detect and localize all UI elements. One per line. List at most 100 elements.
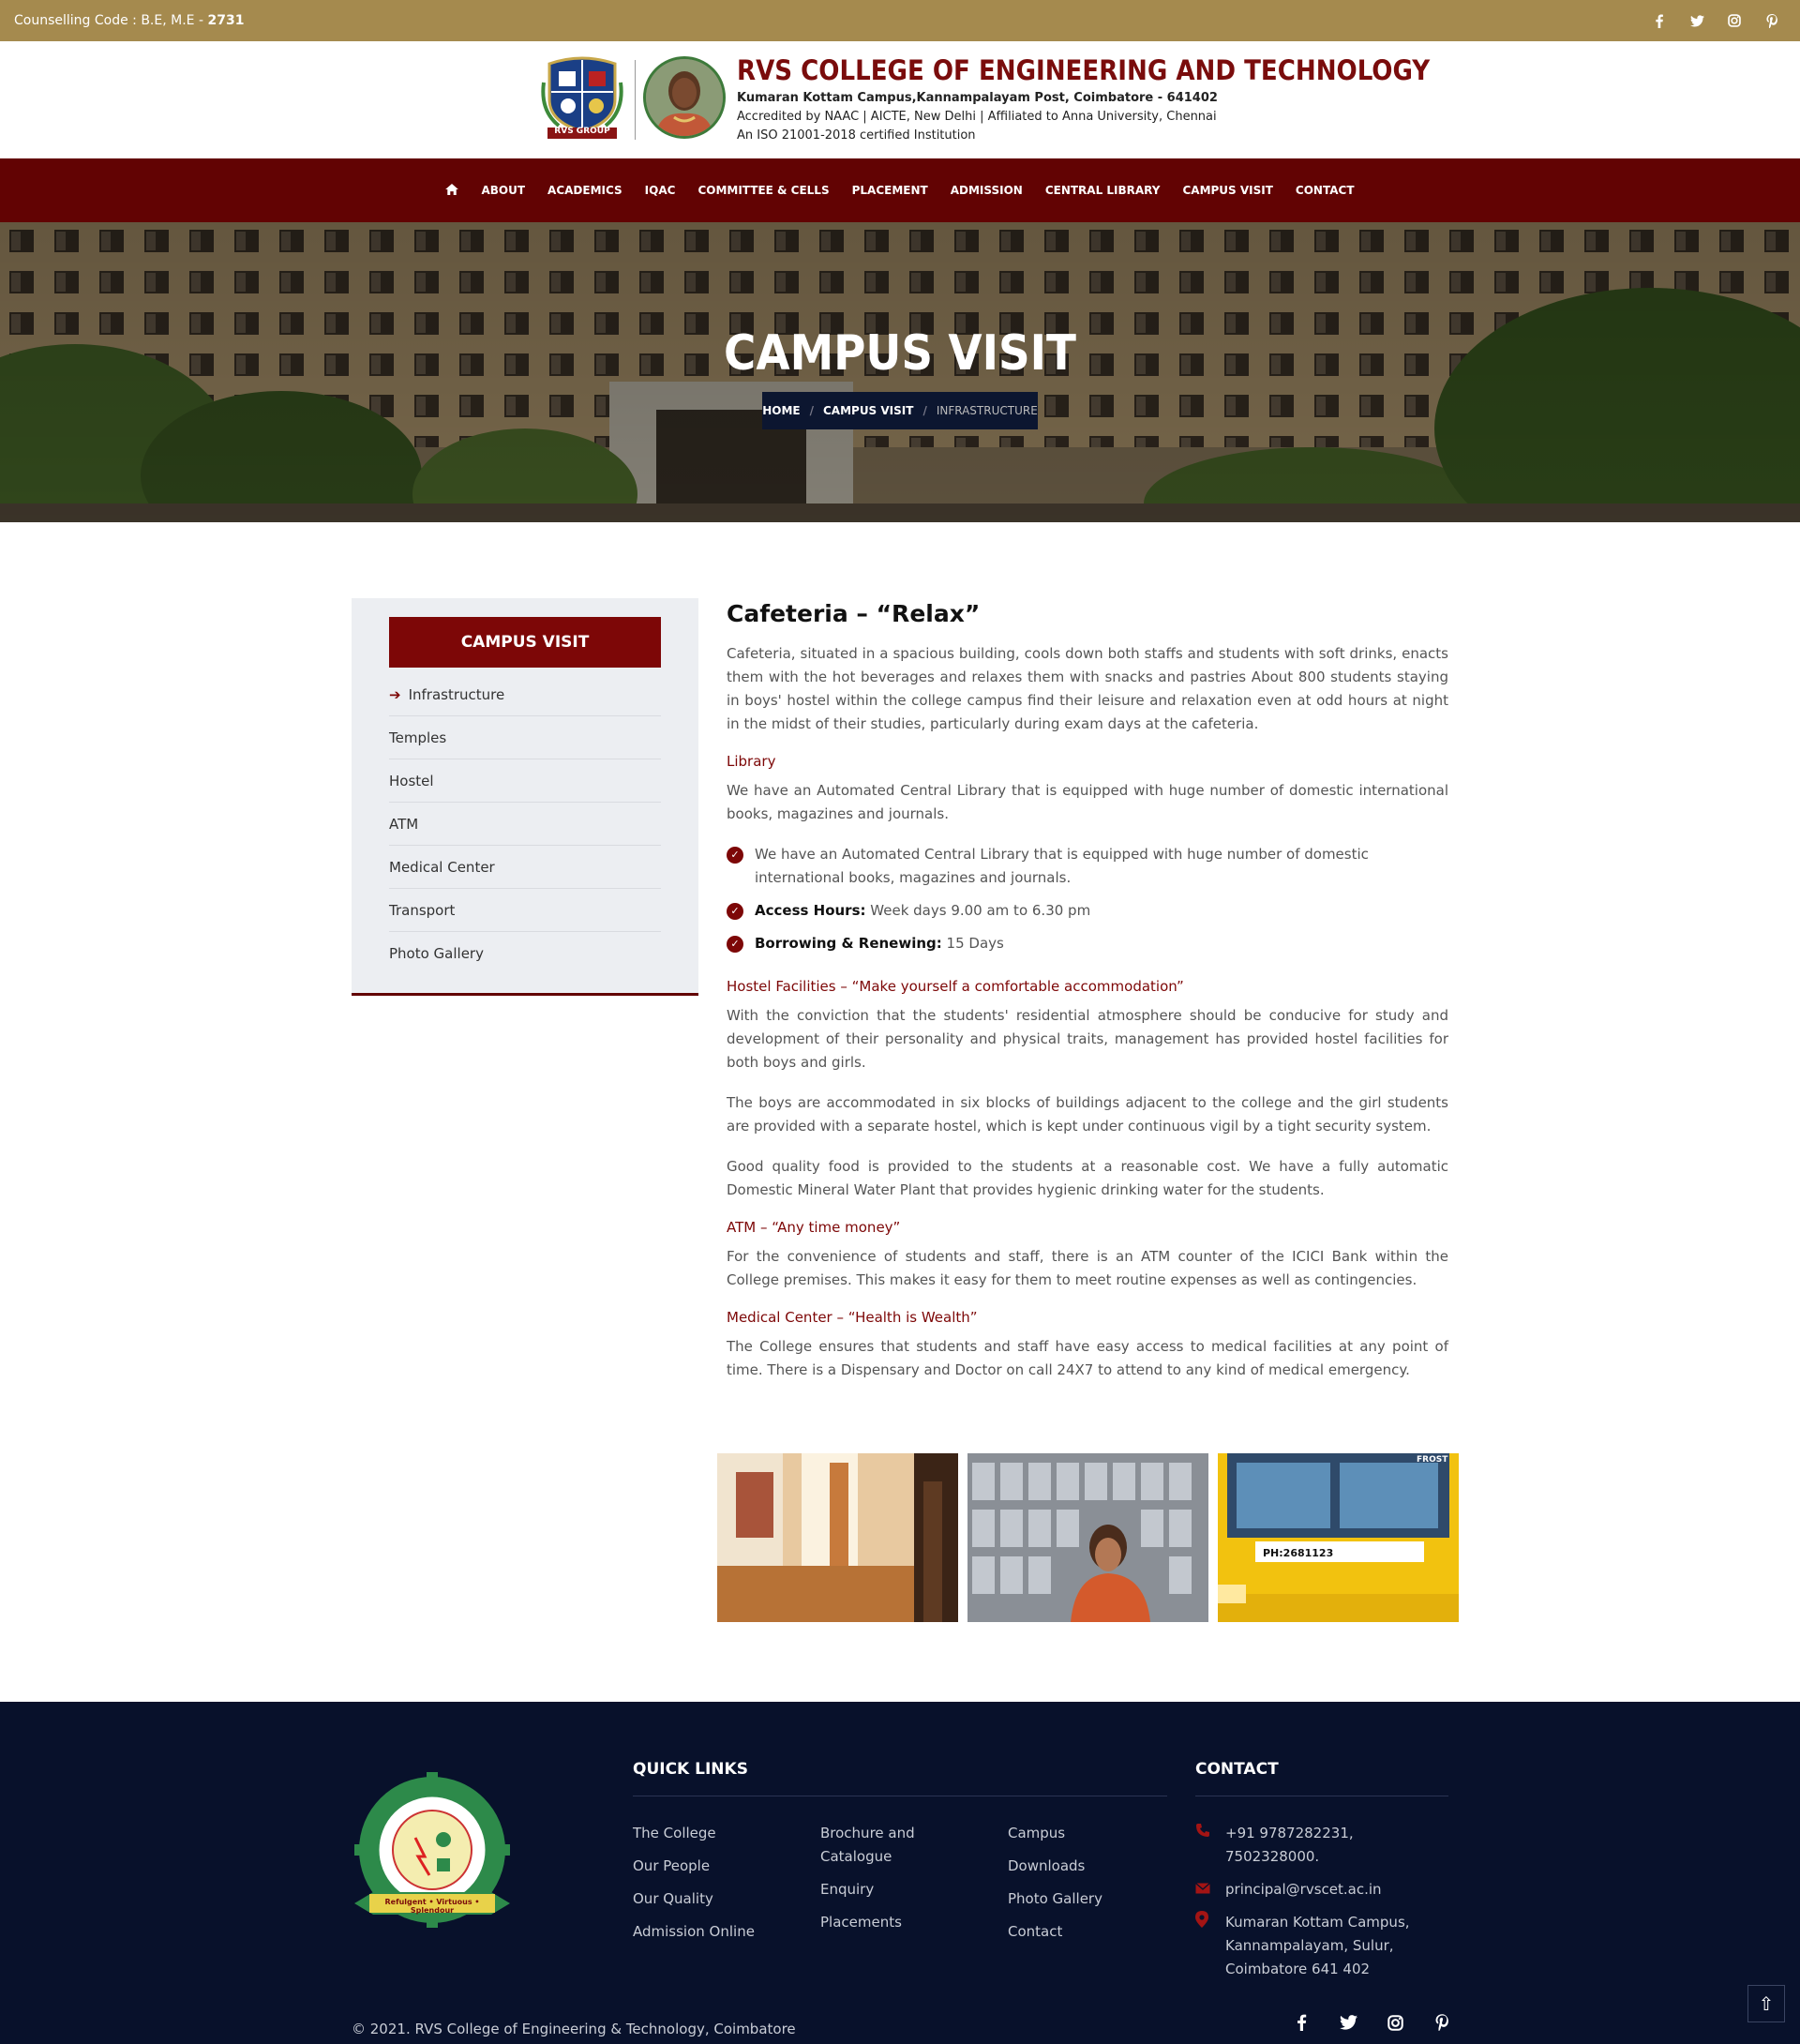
rvs-group-caption: RVS GROUP	[554, 127, 610, 136]
footer-link-the-college[interactable]: The College	[633, 1822, 802, 1845]
contact-heading: CONTACT	[1195, 1760, 1279, 1779]
breadcrumb: HOME / CAMPUS VISIT / INFRASTRUCTURE	[762, 392, 1038, 429]
sidebar-item-transport[interactable]: Transport	[389, 889, 661, 932]
college-accreditation: Accredited by NAAC | AICTE, New Delhi | …	[737, 109, 1217, 124]
hostel-text-3: Good quality food is provided to the stu…	[727, 1158, 1448, 1198]
college-title[interactable]: RVS COLLEGE OF ENGINEERING AND TECHNOLOG…	[737, 55, 1430, 86]
rvs-group-logo[interactable]: RVS GROUP	[540, 54, 624, 146]
breadcrumb-separator: /	[922, 404, 927, 417]
twitter-icon[interactable]	[1688, 12, 1705, 29]
main-nav: ABOUT ACADEMICS IQAC COMMITTEE & CELLS P…	[0, 158, 1800, 222]
nav-item-campus-visit[interactable]: CAMPUS VISIT	[1182, 184, 1272, 197]
counselling-label: Counselling Code : B.E, M.E -	[14, 13, 208, 28]
header-divider	[635, 60, 636, 140]
map-pin-icon	[1195, 1911, 1212, 1981]
sidebar-item-temples[interactable]: Temples	[389, 716, 661, 759]
site-header: RVS GROUP RVS COLLEGE OF ENGINEERING AND…	[0, 41, 1800, 158]
sidebar-item-photo-gallery[interactable]: Photo Gallery	[389, 932, 661, 975]
list-item: ✓ Access Hours: Week days 9.00 am to 6.30…	[727, 899, 1448, 923]
arrow-right-icon: ➔	[389, 685, 401, 703]
cafeteria-text: Cafeteria, situated in a spacious buildi…	[727, 645, 1448, 732]
college-bus-photo[interactable]: PH:2681123 FROST	[1218, 1453, 1459, 1622]
breadcrumb-home[interactable]: HOME	[762, 404, 800, 417]
counselling-code: Counselling Code : B.E, M.E - 2731	[14, 13, 244, 28]
facebook-icon[interactable]	[1292, 2013, 1311, 2032]
hostel-heading: Hostel Facilities – “Make yourself a com…	[727, 978, 1184, 995]
bus-route-text: FROST	[1417, 1455, 1448, 1465]
nav-item-contact[interactable]: CONTACT	[1296, 184, 1355, 197]
twitter-icon[interactable]	[1339, 2013, 1358, 2032]
footer-link-downloads[interactable]: Downloads	[1008, 1855, 1158, 1878]
emblem-motto: Refulgent • Virtuous • Splendour	[384, 1898, 480, 1915]
footer-link-placements[interactable]: Placements	[820, 1911, 952, 1934]
top-bar: Counselling Code : B.E, M.E - 2731	[0, 0, 1800, 41]
facebook-icon[interactable]	[1651, 12, 1668, 29]
top-social-links	[1651, 12, 1780, 29]
sidebar-item-infrastructure[interactable]: ➔ Infrastructure	[389, 673, 661, 716]
library-photo[interactable]	[968, 1453, 1208, 1622]
instagram-icon[interactable]	[1386, 2013, 1404, 2032]
scroll-to-top-button[interactable]: ⇧	[1748, 1985, 1785, 2022]
contact-address-text: Kumaran Kottam Campus, Kannampalayam, Su…	[1225, 1914, 1410, 1977]
breadcrumb-campus-visit[interactable]: CAMPUS VISIT	[823, 404, 913, 417]
nav-item-placement[interactable]: PLACEMENT	[852, 184, 928, 197]
medical-text: The College ensures that students and st…	[727, 1338, 1448, 1378]
hero-banner: CAMPUS VISIT HOME / CAMPUS VISIT / INFRA…	[0, 222, 1800, 522]
college-iso: An ISO 21001-2018 certified Institution	[737, 128, 976, 143]
check-circle-icon: ✓	[727, 936, 743, 953]
nav-item-iqac[interactable]: IQAC	[645, 184, 676, 197]
quick-links-col-1: The College Our People Our Quality Admis…	[633, 1822, 802, 1953]
contact-list: +91 9787282231, 7502328000. principal@rv…	[1195, 1822, 1448, 1991]
hostel-text-2: The boys are accommodated in six blocks …	[727, 1094, 1448, 1135]
sidebar-item-label: Hostel	[389, 772, 434, 789]
contact-email: principal@rvscet.ac.in	[1195, 1878, 1448, 1901]
atm-heading: ATM – “Any time money”	[727, 1219, 901, 1236]
college-emblem-logo[interactable]: Refulgent • Virtuous • Splendour	[354, 1772, 510, 1933]
access-hours-label: Access Hours:	[755, 902, 866, 919]
nav-item-committee-cells[interactable]: COMMITTEE & CELLS	[698, 184, 829, 197]
footer-link-photo-gallery[interactable]: Photo Gallery	[1008, 1887, 1158, 1911]
footer-link-campus[interactable]: Campus	[1008, 1822, 1158, 1845]
main-content: Cafeteria – “Relax” Cafeteria, situated …	[727, 600, 1448, 1399]
contact-email-text[interactable]: principal@rvscet.ac.in	[1225, 1878, 1382, 1901]
sidebar-item-hostel[interactable]: Hostel	[389, 759, 661, 803]
counselling-code-value: 2731	[207, 13, 245, 28]
library-points: ✓ We have an Automated Central Library th…	[727, 843, 1448, 955]
header-text: RVS COLLEGE OF ENGINEERING AND TECHNOLOG…	[737, 55, 1430, 145]
mail-icon	[1195, 1878, 1212, 1901]
founder-portrait	[643, 56, 726, 139]
access-hours-value: Week days 9.00 am to 6.30 pm	[865, 902, 1091, 919]
contact-phone: +91 9787282231, 7502328000.	[1195, 1822, 1448, 1869]
nav-item-about[interactable]: ABOUT	[481, 184, 525, 197]
hostel-room-photo[interactable]	[717, 1453, 958, 1622]
sidebar-item-label: Photo Gallery	[389, 945, 484, 962]
nav-item-admission[interactable]: ADMISSION	[951, 184, 1023, 197]
sidebar-item-label: Medical Center	[389, 858, 495, 876]
sidebar-item-label: Temples	[389, 729, 447, 746]
footer-link-admission-online[interactable]: Admission Online	[633, 1920, 802, 1944]
library-text: We have an Automated Central Library tha…	[727, 782, 1448, 822]
footer-link-our-people[interactable]: Our People	[633, 1855, 802, 1878]
footer-link-brochure[interactable]: Brochure and Catalogue	[820, 1822, 952, 1869]
breadcrumb-separator: /	[809, 404, 814, 417]
footer-link-our-quality[interactable]: Our Quality	[633, 1887, 802, 1911]
pinterest-icon[interactable]	[1763, 12, 1780, 29]
contact-phone-text[interactable]: +91 9787282231, 7502328000.	[1225, 1822, 1448, 1869]
page-title: CAMPUS VISIT	[724, 325, 1076, 382]
nav-item-central-library[interactable]: CENTRAL LIBRARY	[1045, 184, 1161, 197]
copyright: © 2021. RVS College of Engineering & Tec…	[352, 2021, 796, 2037]
photo-gallery: PH:2681123 FROST	[717, 1453, 1459, 1622]
check-circle-icon: ✓	[727, 847, 743, 864]
sidebar-item-medical-center[interactable]: Medical Center	[389, 846, 661, 889]
quick-links-col-3: Campus Downloads Photo Gallery Contact	[1008, 1822, 1158, 1953]
arrow-up-icon: ⇧	[1758, 1992, 1775, 2015]
list-item: ✓ We have an Automated Central Library th…	[727, 843, 1448, 890]
home-icon[interactable]	[445, 183, 459, 198]
pinterest-icon[interactable]	[1432, 2013, 1451, 2032]
list-item: ✓ Borrowing & Renewing: 15 Days	[727, 932, 1448, 955]
footer-link-contact[interactable]: Contact	[1008, 1920, 1158, 1944]
instagram-icon[interactable]	[1726, 12, 1743, 29]
sidebar-item-atm[interactable]: ATM	[389, 803, 661, 846]
footer-link-enquiry[interactable]: Enquiry	[820, 1878, 952, 1901]
nav-item-academics[interactable]: ACADEMICS	[548, 184, 622, 197]
